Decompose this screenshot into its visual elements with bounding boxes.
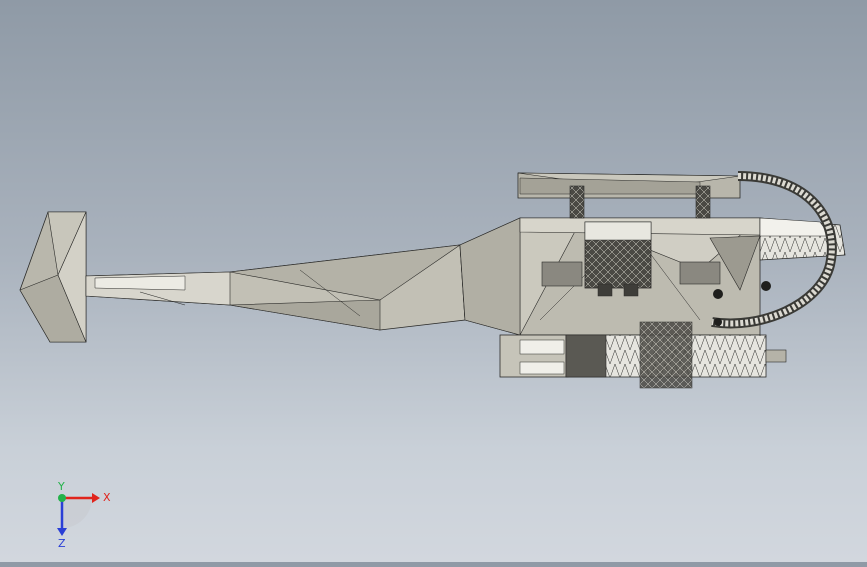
tail-boom bbox=[85, 244, 466, 331]
tail-fin bbox=[19, 211, 87, 343]
x-axis-label: X bbox=[103, 491, 111, 504]
triad-plane bbox=[62, 498, 92, 528]
z-axis-label: Z bbox=[58, 537, 66, 550]
y-axis-label: Y bbox=[57, 480, 65, 493]
x-axis-arrow-head bbox=[92, 493, 100, 503]
helicopter-model[interactable] bbox=[0, 0, 867, 562]
y-axis-dot bbox=[58, 494, 66, 502]
orientation-triad: X Y Z bbox=[57, 480, 111, 550]
graphics-viewport[interactable]: X Y Z bbox=[0, 0, 867, 562]
z-axis-arrow-head bbox=[57, 528, 67, 536]
rotor-blade bbox=[517, 172, 741, 219]
